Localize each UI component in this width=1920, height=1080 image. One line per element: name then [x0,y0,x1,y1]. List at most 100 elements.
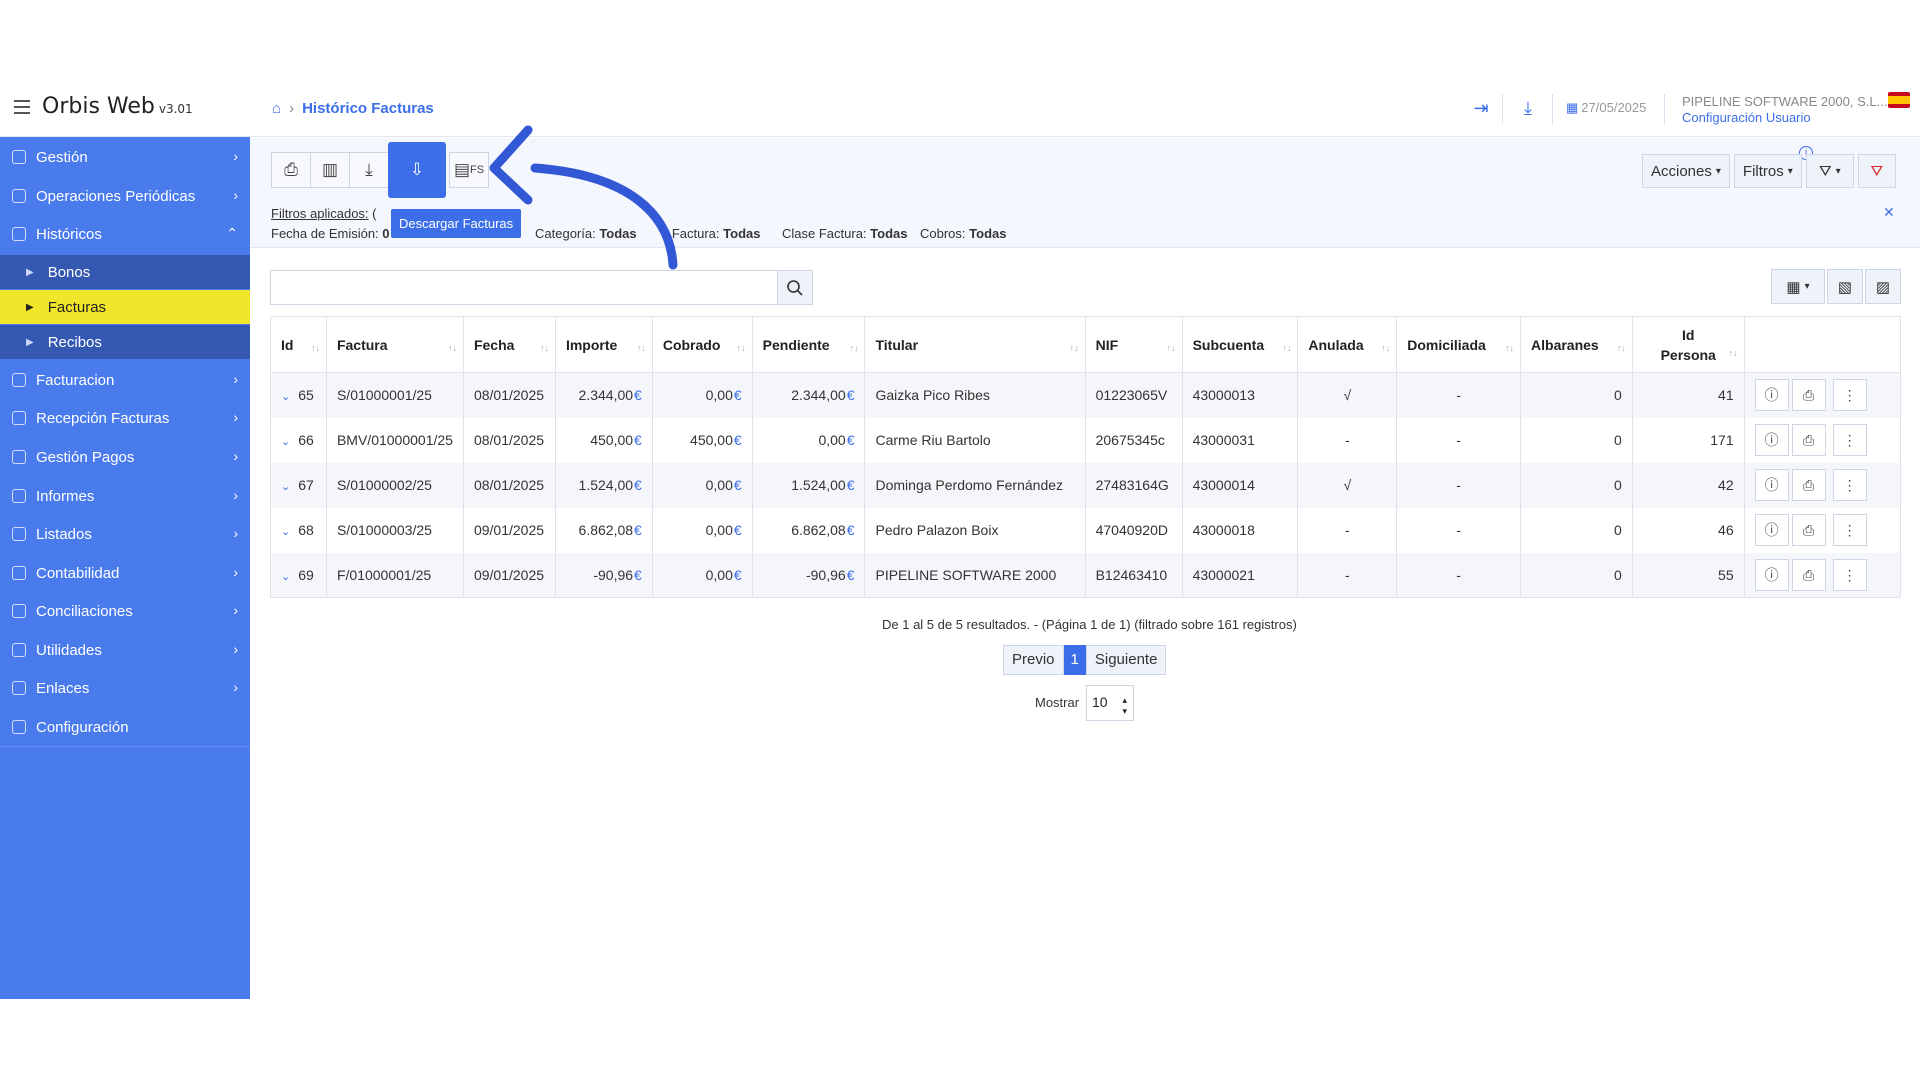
login-icon[interactable]: ⇥ [1470,97,1492,119]
more-options-icon[interactable]: ⋮ [1832,514,1867,546]
col-importe[interactable]: Importe ↑↓ [554,316,653,373]
col-factura[interactable]: Factura ↑↓ [325,316,464,373]
cell-cobrado: 0,00€ [651,552,753,598]
col-subcuenta[interactable]: Subcuenta ↑↓ [1181,316,1299,373]
acciones-dropdown[interactable]: Acciones ▾ [1642,154,1730,188]
col-id-persona[interactable]: Id Persona ↑↓ [1631,316,1745,373]
toolbar-print-list-button[interactable]: ⎙ [271,152,311,188]
config-user-link[interactable]: Configuración Usuario [1682,110,1811,125]
facturacion-icon [12,373,26,387]
print-button[interactable]: ⎙ [1791,514,1826,546]
page-size-select[interactable]: 10 ▴ ▾ [1086,685,1134,721]
table-row[interactable]: ⌄ 67 S/01000002/25 08/01/2025 1.524,00€ 0… [270,462,1902,508]
previous-page-button[interactable]: Previo [1003,645,1064,675]
col-fecha[interactable]: Fecha ↑↓ [462,316,556,373]
download-invoices-button[interactable]: ⇩ [388,142,446,198]
sidebar-item-informes[interactable]: Informes › [0,477,250,515]
info-button[interactable]: ⓘ [1754,558,1789,591]
print-button[interactable]: ⎙ [1791,424,1826,456]
sidebar-item-gestion-pagos[interactable]: Gestión Pagos › [0,438,250,476]
more-options-icon[interactable]: ⋮ [1832,379,1867,412]
more-options-icon[interactable]: ⋮ [1832,424,1867,456]
expand-row-icon[interactable]: ⌄ [281,391,290,403]
expand-row-icon[interactable]: ⌄ [281,481,290,493]
close-filters-icon[interactable]: ✕ [1883,204,1895,221]
filtros-dropdown[interactable]: Filtros ▾ [1733,154,1802,188]
cell-anulada: √ [1297,372,1398,418]
print-button[interactable]: ⎙ [1791,379,1826,412]
table-row[interactable]: ⌄ 66 BMV/01000001/25 08/01/2025 450,00€ 4… [270,417,1902,463]
currency-symbol: € [634,522,642,538]
info-button[interactable]: ⓘ [1754,424,1789,456]
applied-filters-label[interactable]: Filtros aplicados: [271,206,369,221]
export-excel-button[interactable]: ▧ [1827,269,1863,304]
cell-subcuenta: 43000013 [1181,372,1299,418]
utilidades-icon [12,643,26,657]
info-button[interactable]: ⓘ [1754,379,1789,412]
sidebar-item-utilidades[interactable]: Utilidades › [0,631,250,669]
expand-row-icon[interactable]: ⌄ [281,436,290,448]
sidebar-item-operaciones-periodicas[interactable]: Operaciones Periódicas › [0,177,250,215]
amount: 0,00 [705,477,733,493]
col-domiciliada[interactable]: Domiciliada ↑↓ [1396,316,1522,373]
print-button[interactable]: ⎙ [1791,469,1826,501]
col-anulada[interactable]: Anulada ↑↓ [1297,316,1398,373]
sidebar-item-gestion[interactable]: Gestión › [0,138,250,176]
col-nif[interactable]: NIF ↑↓ [1084,316,1183,373]
table-row[interactable]: ⌄ 68 S/01000003/25 09/01/2025 6.862,08€ 0… [270,507,1902,553]
cell-subcuenta: 43000018 [1181,507,1299,553]
flag-spain-icon[interactable] [1888,92,1910,108]
sidebar-item-historicos[interactable]: Históricos ⌃ [0,215,250,253]
print-button[interactable]: ⎙ [1791,558,1826,591]
export-pdf-button[interactable]: ▨ [1865,269,1901,304]
cell-fecha: 09/01/2025 [462,507,556,553]
header-divider [1664,94,1665,124]
sidebar-subitem-recibos[interactable]: ▶ Recibos [0,325,250,359]
sidebar-item-label: Utilidades [36,641,102,659]
download-icon[interactable]: ⤓ [1517,97,1539,119]
table-row[interactable]: ⌄ 65 S/01000001/25 08/01/2025 2.344,00€ 0… [270,372,1902,418]
sidebar-item-facturacion[interactable]: Facturacion › [0,361,250,399]
page-1-button[interactable]: 1 [1063,645,1086,675]
info-button[interactable]: ⓘ [1754,469,1789,501]
sidebar-item-label: Gestión Pagos [36,448,135,466]
table-columns-icon: ▦ [1786,278,1801,296]
current-date[interactable]: ▦ 27/05/2025 [1566,100,1646,116]
more-options-icon[interactable]: ⋮ [1832,469,1867,501]
home-icon[interactable]: ⌂ [272,100,281,117]
col-id[interactable]: Id ↑↓ [270,316,327,373]
more-options-icon[interactable]: ⋮ [1832,558,1867,591]
sidebar-item-conciliaciones[interactable]: Conciliaciones › [0,592,250,630]
clear-filters-button[interactable]: ⛛ [1857,154,1896,188]
cell-cobrado: 0,00€ [651,462,753,508]
sidebar-item-configuracion[interactable]: Configuración [0,708,250,746]
info-button[interactable]: ⓘ [1754,514,1789,546]
pagos-icon [12,450,26,464]
sidebar-item-recepcion-facturas[interactable]: Recepción Facturas › [0,399,250,437]
col-albaranes[interactable]: Albaranes ↑↓ [1520,316,1633,373]
columns-dropdown[interactable]: ▦ ▾ [1771,269,1825,304]
sort-icon: ↑↓ [1728,348,1738,358]
sidebar-item-enlaces[interactable]: Enlaces › [0,669,250,707]
sidebar-subitem-facturas[interactable]: ▶ Facturas [0,290,250,324]
col-cobrado[interactable]: Cobrado ↑↓ [651,316,753,373]
col-pendiente[interactable]: Pendiente ↑↓ [751,316,866,373]
filter-options-dropdown[interactable]: ⛛ ▾ [1805,154,1854,188]
toolbar-books-button[interactable]: ▥ [310,152,350,188]
cell-nif: 01223065V [1084,372,1183,418]
chevron-down-icon: ▾ [1804,281,1810,292]
toolbar-download-tray-button[interactable]: ⤓ [349,152,389,188]
sidebar-item-contabilidad[interactable]: Contabilidad › [0,554,250,592]
search-button[interactable] [777,270,813,305]
breadcrumb-current: Histórico Facturas [302,100,434,117]
table-row[interactable]: ⌄ 69 F/01000001/25 09/01/2025 -90,96€ 0,0… [270,552,1902,598]
sidebar-item-listados[interactable]: Listados › [0,515,250,553]
col-titular[interactable]: Titular ↑↓ [864,316,1086,373]
expand-row-icon[interactable]: ⌄ [281,571,290,583]
next-page-button[interactable]: Siguiente [1085,645,1167,675]
sidebar-subitem-bonos[interactable]: ▶ Bonos [0,255,250,289]
cell-factura: S/01000002/25 [325,462,464,508]
cell-domiciliada: - [1396,507,1522,553]
expand-row-icon[interactable]: ⌄ [281,526,290,538]
hamburger-menu-icon[interactable] [14,100,30,114]
